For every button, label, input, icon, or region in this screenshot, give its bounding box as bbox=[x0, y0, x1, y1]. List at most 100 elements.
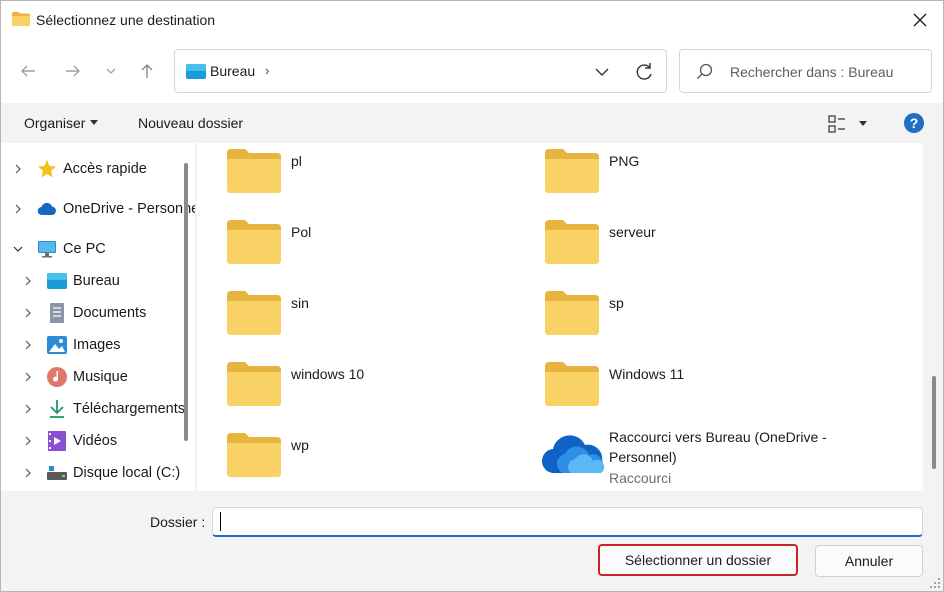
sidebar-item-desktop[interactable]: Bureau bbox=[21, 266, 120, 296]
sidebar-item-documents[interactable]: Documents bbox=[21, 298, 146, 328]
item-name: Windows 11 bbox=[609, 366, 685, 382]
sidebar-item-onedrive[interactable]: OneDrive - Personnel bbox=[11, 194, 195, 224]
cloud-icon bbox=[37, 199, 57, 219]
search-icon bbox=[697, 63, 713, 79]
sidebar-item-images[interactable]: Images bbox=[21, 330, 121, 360]
chevron-down-icon[interactable] bbox=[11, 242, 25, 256]
music-icon bbox=[47, 367, 67, 387]
navigation-pane: Accès rapide OneDrive - Personnel Ce PC … bbox=[1, 143, 195, 491]
sidebar-item-quick-access[interactable]: Accès rapide bbox=[11, 154, 147, 184]
sidebar-item-label: Musique bbox=[73, 369, 128, 385]
sidebar-item-label: Images bbox=[73, 337, 121, 353]
file-list-scrollbar[interactable] bbox=[932, 376, 936, 469]
list-item[interactable]: serveur bbox=[545, 220, 845, 274]
item-name: windows 10 bbox=[291, 366, 365, 382]
folder-icon bbox=[227, 433, 281, 477]
list-item[interactable]: sin bbox=[227, 291, 527, 345]
arrow-left-icon bbox=[21, 65, 35, 77]
folder-name-field[interactable] bbox=[212, 507, 923, 537]
cancel-button[interactable]: Annuler bbox=[815, 545, 923, 577]
sidebar-item-music[interactable]: Musique bbox=[21, 362, 128, 392]
window-title: Sélectionnez une destination bbox=[36, 12, 216, 28]
folder-icon bbox=[227, 149, 281, 193]
onedrive-cloud-icon bbox=[541, 435, 605, 474]
help-button[interactable]: ? bbox=[904, 113, 924, 133]
select-folder-button[interactable]: Sélectionner un dossier bbox=[598, 544, 798, 576]
resize-grip-icon[interactable] bbox=[929, 577, 941, 589]
folder-icon bbox=[12, 12, 30, 26]
chevron-right-icon[interactable] bbox=[21, 466, 35, 480]
text-cursor bbox=[220, 512, 221, 531]
item-name: Pol bbox=[291, 224, 312, 240]
list-item[interactable]: wp bbox=[227, 433, 527, 487]
close-button[interactable] bbox=[897, 1, 943, 39]
star-icon bbox=[37, 159, 57, 179]
view-dropdown-icon[interactable] bbox=[859, 121, 867, 126]
organise-menu-button[interactable]: Organiser bbox=[24, 115, 99, 131]
sidebar-item-label: Vidéos bbox=[73, 433, 118, 449]
list-item[interactable]: Pol bbox=[227, 220, 527, 274]
video-icon bbox=[47, 431, 67, 451]
title-bar: Sélectionnez une destination bbox=[1, 1, 943, 39]
chevron-right-icon[interactable] bbox=[21, 434, 35, 448]
list-item-shortcut[interactable]: Raccourci vers Bureau (OneDrive - Person… bbox=[541, 427, 911, 491]
caret-down-icon bbox=[90, 119, 99, 125]
sidebar-item-downloads[interactable]: Téléchargements bbox=[21, 394, 185, 424]
sidebar-item-label: Documents bbox=[73, 305, 147, 321]
file-list: pl PNG Pol serveur sin sp windows 10 Win… bbox=[197, 143, 923, 491]
search-box[interactable] bbox=[679, 49, 932, 93]
desktop-icon bbox=[186, 64, 206, 79]
chevron-right-icon[interactable] bbox=[21, 306, 35, 320]
folder-icon bbox=[545, 149, 599, 193]
address-separator-icon[interactable]: › bbox=[265, 63, 269, 78]
sidebar-item-label: OneDrive - Personnel bbox=[63, 201, 195, 217]
arrow-up-icon bbox=[141, 64, 153, 78]
item-name: sin bbox=[291, 295, 309, 311]
chevron-right-icon[interactable] bbox=[11, 202, 25, 216]
close-icon bbox=[913, 13, 927, 27]
sidebar-item-this-pc[interactable]: Ce PC bbox=[11, 234, 106, 264]
folder-field-label: Dossier : bbox=[150, 514, 206, 530]
drive-icon bbox=[47, 463, 67, 483]
chevron-right-icon[interactable] bbox=[21, 274, 35, 288]
chevron-right-icon[interactable] bbox=[21, 370, 35, 384]
recent-locations-button[interactable] bbox=[98, 57, 124, 85]
chevron-down-icon[interactable] bbox=[592, 62, 612, 82]
new-folder-button[interactable]: Nouveau dossier bbox=[138, 115, 243, 131]
organise-label: Organiser bbox=[24, 115, 86, 131]
chevron-right-icon[interactable] bbox=[11, 162, 25, 176]
folder-icon bbox=[227, 291, 281, 335]
dialog-window: Sélectionnez une destination Bureau › Re… bbox=[0, 0, 944, 592]
chevron-right-icon[interactable] bbox=[21, 338, 35, 352]
desktop-icon bbox=[47, 271, 67, 291]
image-icon bbox=[47, 335, 67, 355]
list-item[interactable]: Windows 11 bbox=[545, 362, 845, 416]
address-bar[interactable]: Bureau › bbox=[174, 49, 667, 93]
footer: Dossier : Sélectionner un dossier Annule… bbox=[1, 491, 943, 591]
search-input[interactable] bbox=[730, 62, 925, 82]
list-item[interactable]: pl bbox=[227, 149, 527, 203]
list-item[interactable]: windows 10 bbox=[227, 362, 527, 416]
list-item[interactable]: PNG bbox=[545, 149, 845, 203]
document-icon bbox=[47, 303, 67, 323]
folder-icon bbox=[545, 220, 599, 264]
sidebar-item-label: Téléchargements bbox=[73, 401, 186, 417]
item-name: pl bbox=[291, 153, 302, 169]
address-location[interactable]: Bureau bbox=[210, 63, 255, 79]
up-button[interactable] bbox=[133, 57, 161, 85]
sidebar-item-label: Ce PC bbox=[63, 241, 106, 257]
forward-button[interactable] bbox=[59, 57, 87, 85]
item-type: Raccourci bbox=[609, 470, 672, 486]
chevron-right-icon[interactable] bbox=[21, 402, 35, 416]
refresh-icon[interactable] bbox=[632, 60, 656, 84]
sidebar-item-videos[interactable]: Vidéos bbox=[21, 426, 117, 456]
folder-icon bbox=[545, 291, 599, 335]
item-name: sp bbox=[609, 295, 624, 311]
item-name-line1: Raccourci vers Bureau (OneDrive - bbox=[609, 429, 827, 445]
item-name: PNG bbox=[609, 153, 640, 169]
list-item[interactable]: sp bbox=[545, 291, 845, 345]
sidebar-item-local-disk[interactable]: Disque local (C:) bbox=[21, 458, 180, 488]
sidebar-scrollbar[interactable] bbox=[184, 163, 188, 441]
view-options-icon[interactable] bbox=[827, 114, 847, 134]
back-button[interactable] bbox=[14, 57, 42, 85]
